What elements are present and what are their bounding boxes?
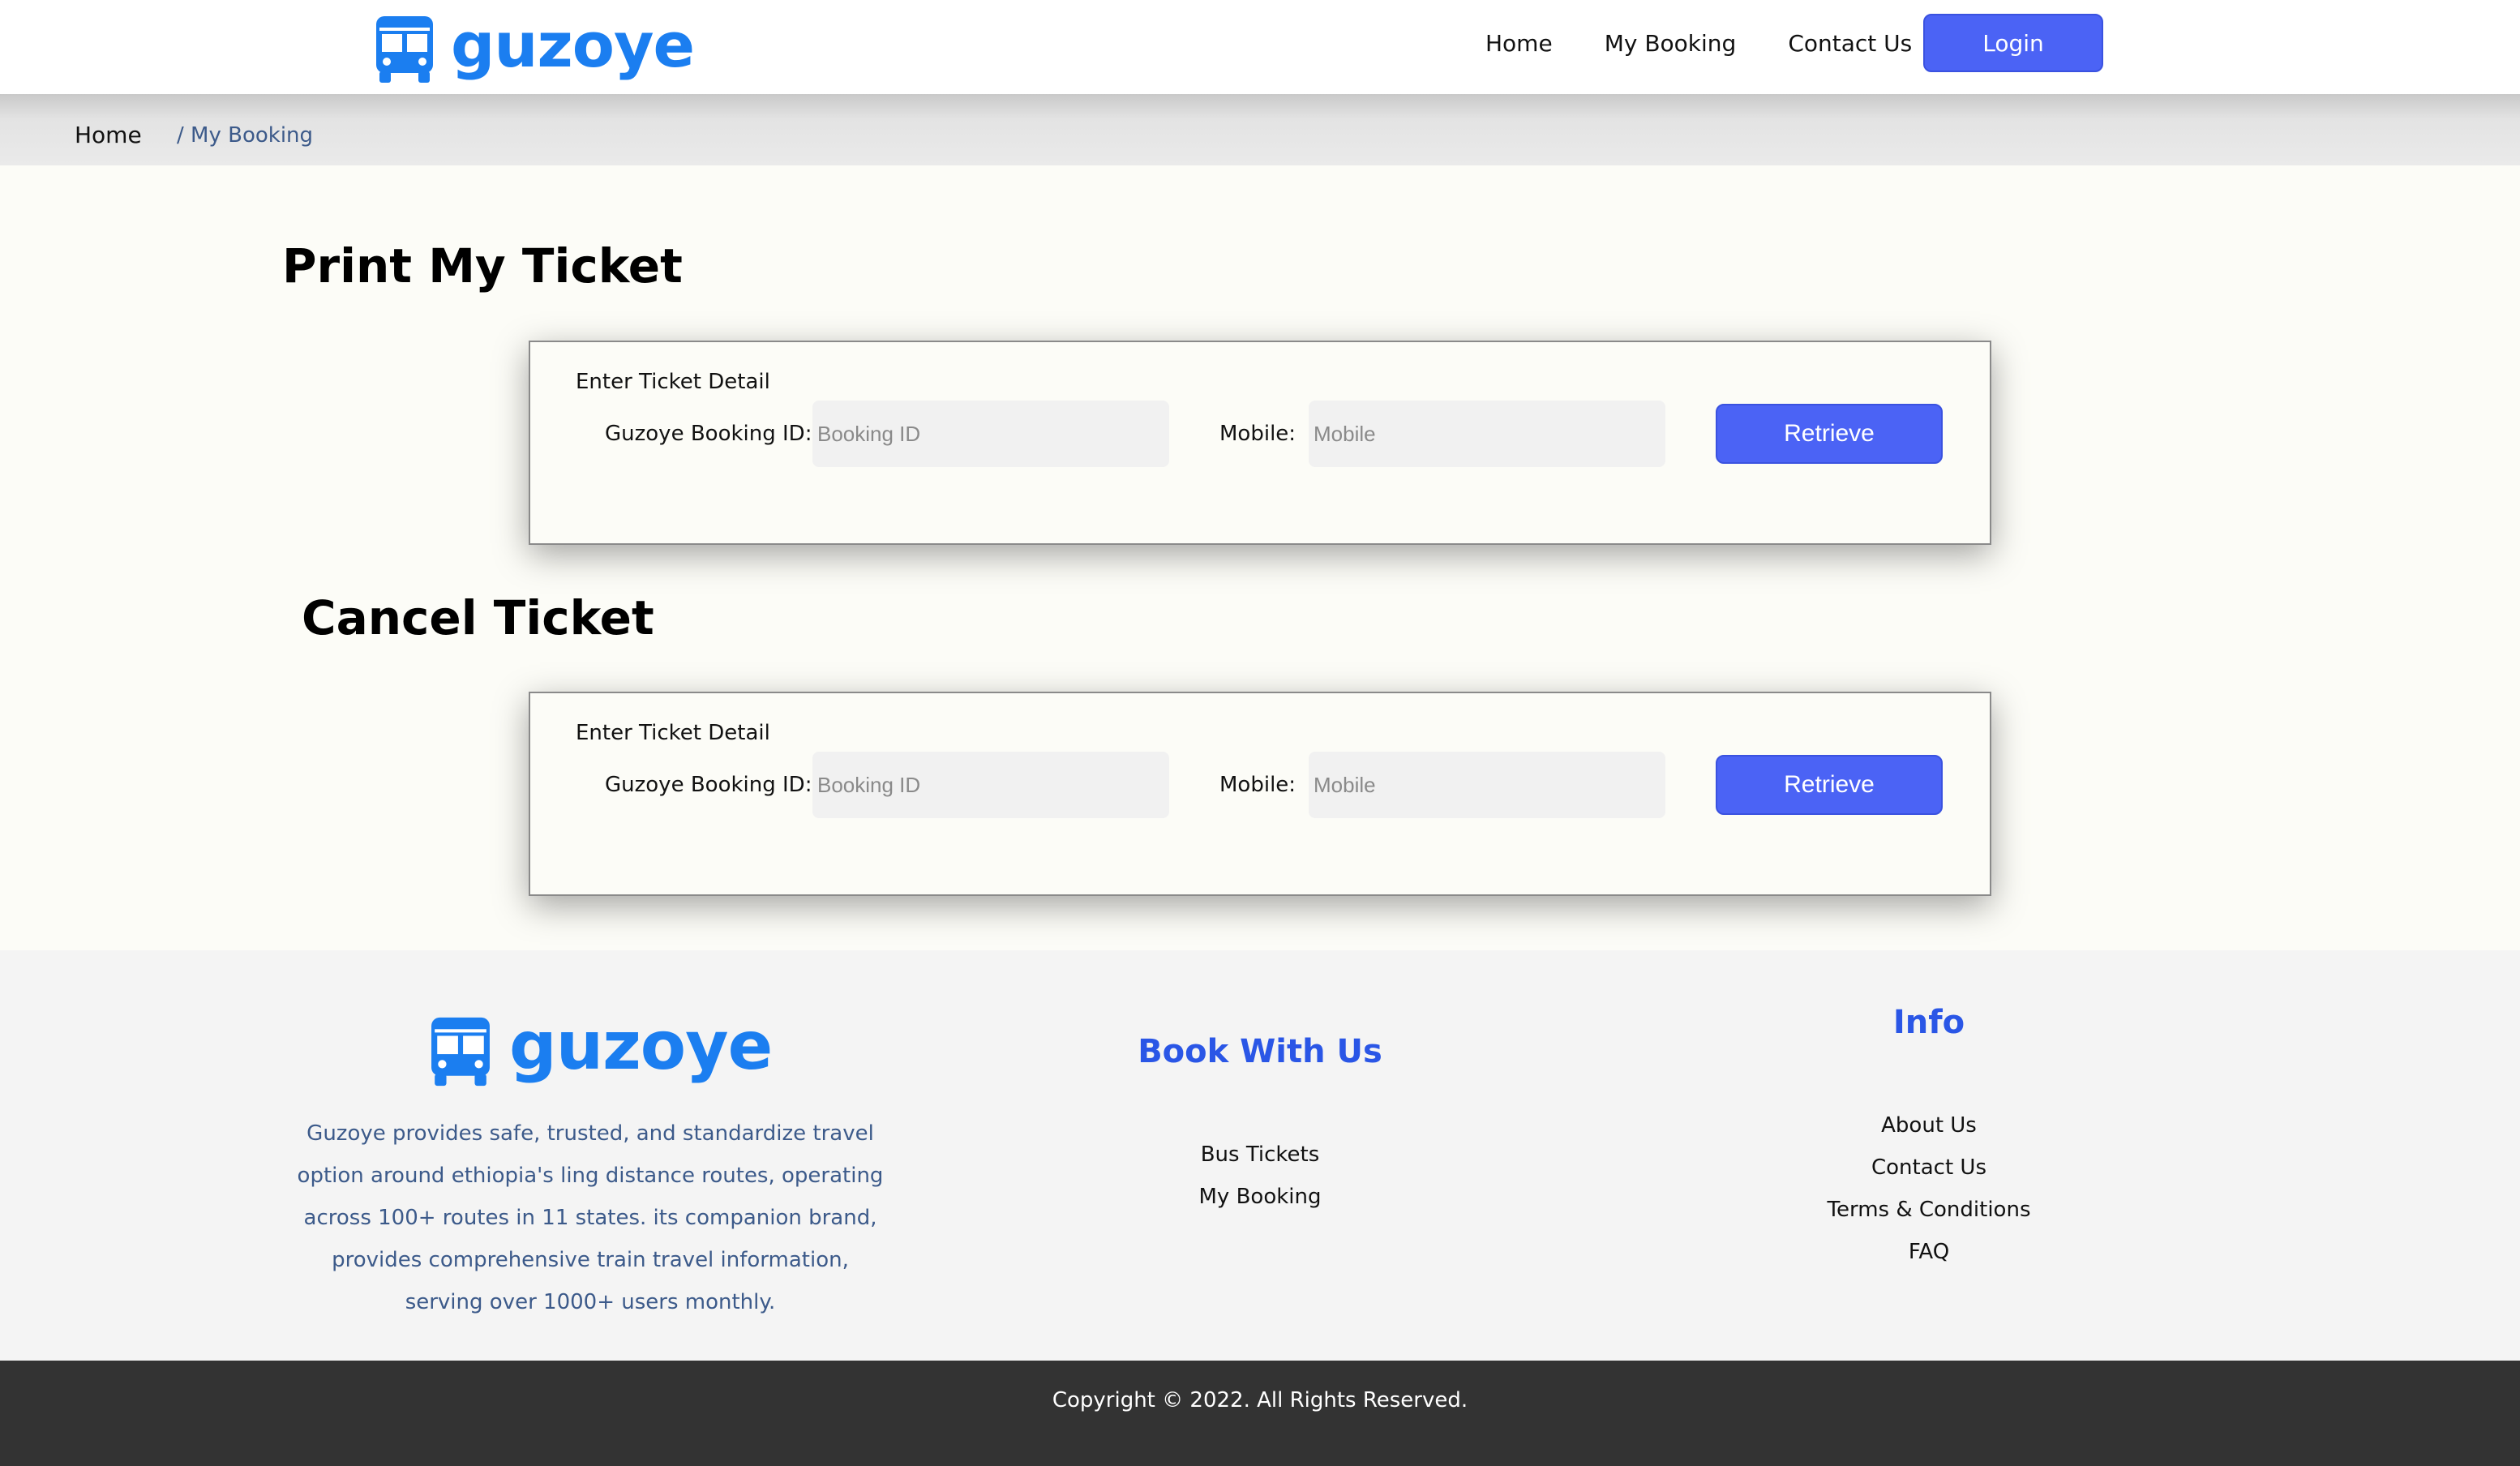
logo-text: guzoye: [509, 1007, 773, 1085]
footer-link-terms[interactable]: Terms & Conditions: [1767, 1189, 2091, 1231]
site-header: guzoye Home My Booking Contact Us Login: [0, 0, 2520, 94]
book-with-us-heading: Book With Us: [1138, 1033, 1382, 1070]
retrieve-button[interactable]: Retrieve: [1716, 755, 1943, 815]
nav-my-booking[interactable]: My Booking: [1605, 30, 1737, 57]
copyright-text: Copyright © 2022. All Rights Reserved.: [1052, 1388, 1468, 1412]
booking-id-input[interactable]: [812, 752, 1169, 818]
retrieve-button[interactable]: Retrieve: [1716, 404, 1943, 464]
bus-icon: [431, 1017, 490, 1087]
mobile-input[interactable]: [1309, 401, 1665, 467]
cancel-ticket-form: Enter Ticket Detail Guzoye Booking ID: M…: [529, 692, 1991, 896]
book-links: Bus Tickets My Booking: [1098, 1134, 1422, 1218]
print-ticket-form: Enter Ticket Detail Guzoye Booking ID: M…: [529, 341, 1991, 545]
form-legend: Enter Ticket Detail: [576, 721, 770, 745]
logo-text: guzoye: [451, 8, 695, 81]
login-button[interactable]: Login: [1923, 14, 2103, 72]
mobile-label: Mobile:: [1219, 422, 1296, 446]
bus-icon: [376, 16, 433, 83]
header-logo[interactable]: guzoye: [375, 9, 695, 84]
footer-link-contact-us[interactable]: Contact Us: [1767, 1147, 2091, 1189]
print-ticket-title: Print My Ticket: [282, 238, 683, 294]
footer-logo[interactable]: guzoye: [430, 1008, 773, 1088]
form-legend: Enter Ticket Detail: [576, 370, 770, 394]
copyright-bar: Copyright © 2022. All Rights Reserved.: [0, 1361, 2520, 1466]
footer-link-about-us[interactable]: About Us: [1767, 1104, 2091, 1147]
nav-home[interactable]: Home: [1485, 30, 1553, 57]
booking-id-label: Guzoye Booking ID:: [605, 773, 812, 797]
breadcrumb-home[interactable]: Home: [75, 122, 142, 148]
booking-id-label: Guzoye Booking ID:: [605, 422, 812, 446]
info-links: About Us Contact Us Terms & Conditions F…: [1767, 1104, 2091, 1273]
breadcrumb-current: / My Booking: [177, 123, 314, 148]
mobile-input[interactable]: [1309, 752, 1665, 818]
footer-link-my-booking[interactable]: My Booking: [1098, 1176, 1422, 1218]
footer-link-faq[interactable]: FAQ: [1767, 1231, 2091, 1273]
main-nav: Home My Booking Contact Us: [1485, 0, 1964, 86]
site-footer: guzoye Guzoye provides safe, trusted, an…: [0, 950, 2520, 1361]
cancel-ticket-title: Cancel Ticket: [302, 590, 654, 645]
info-heading: Info: [1892, 1004, 1965, 1041]
breadcrumb: Home / My Booking: [0, 94, 2520, 165]
footer-link-bus-tickets[interactable]: Bus Tickets: [1098, 1134, 1422, 1176]
footer-description: Guzoye provides safe, trusted, and stand…: [297, 1121, 884, 1314]
nav-contact-us[interactable]: Contact Us: [1788, 30, 1912, 57]
booking-id-input[interactable]: [812, 401, 1169, 467]
mobile-label: Mobile:: [1219, 773, 1296, 797]
